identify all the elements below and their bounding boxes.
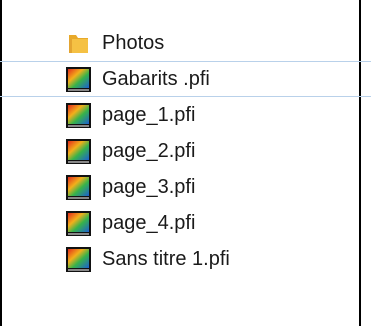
list-item-sans-titre-1-pfi[interactable]: Sans titre 1.pfi	[0, 241, 371, 277]
pfi-file-icon	[65, 174, 92, 201]
list-item-label: Gabarits .pfi	[102, 67, 210, 90]
list-item-label: page_3.pfi	[102, 175, 196, 198]
pfi-file-icon	[65, 210, 92, 237]
pfi-file-icon	[65, 66, 92, 93]
pfi-file-icon	[65, 246, 92, 273]
pfi-file-icon	[65, 138, 92, 165]
list-item-page-1-pfi[interactable]: page_1.pfi	[0, 97, 371, 133]
list-item-label: Sans titre 1.pfi	[102, 247, 230, 270]
list-item-label: Photos	[102, 31, 165, 54]
pfi-file-icon	[65, 102, 92, 129]
list-item-page-2-pfi[interactable]: page_2.pfi	[0, 133, 371, 169]
list-item-label: page_4.pfi	[102, 211, 196, 234]
list-item-label: page_1.pfi	[102, 103, 196, 126]
list-item-page-4-pfi[interactable]: page_4.pfi	[0, 205, 371, 241]
list-item-label: page_2.pfi	[102, 139, 196, 162]
list-item-folder-photos[interactable]: Photos	[0, 25, 371, 61]
folder-icon	[65, 30, 92, 57]
file-list: Photos Gabarits .pfi page_1.pfi page_2.p…	[0, 25, 371, 277]
list-item-page-3-pfi[interactable]: page_3.pfi	[0, 169, 371, 205]
list-item-gabarits-pfi[interactable]: Gabarits .pfi	[0, 61, 371, 97]
